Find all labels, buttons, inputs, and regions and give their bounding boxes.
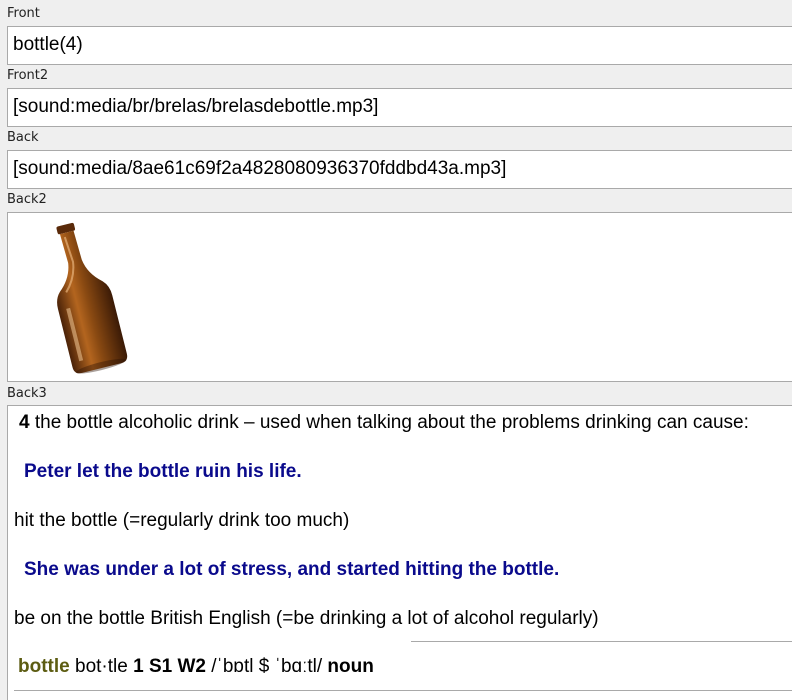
bottle-icon <box>56 222 128 374</box>
example-sentence-2: She was under a lot of stress, and start… <box>24 559 560 580</box>
divider <box>411 641 792 642</box>
headword-line: bottle bot·tle 1 S1 W2 /ˈbɒtl $ ˈbɑːtl/ … <box>18 656 374 678</box>
back-field-label: Back <box>7 130 39 145</box>
syllables: bot·tle <box>69 656 134 677</box>
front2-field-label: Front2 <box>7 68 49 83</box>
phrase-hit-the-bottle: hit the bottle (=regularly drink too muc… <box>14 510 350 531</box>
definition-line: 4 the bottle alcoholic drink – used when… <box>19 412 749 434</box>
back2-field-label: Back2 <box>7 192 47 207</box>
pronunciation: /ˈbɒtl $ ˈbɑːtl/ <box>205 656 328 677</box>
part-of-speech: noun <box>327 656 374 677</box>
frequency-markers: 1 S1 W2 <box>133 656 206 677</box>
headword: bottle <box>18 656 70 677</box>
back3-field[interactable]: 4 the bottle alcoholic drink – used when… <box>7 405 792 700</box>
sense-number: 4 <box>19 412 30 433</box>
back3-field-label: Back3 <box>7 386 47 401</box>
front-field[interactable]: bottle(4) <box>7 26 792 65</box>
front-field-label: Front <box>7 6 40 21</box>
back-field[interactable]: [sound:media/8ae61c69f2a4828080936370fdd… <box>7 150 792 189</box>
definition-text: the bottle alcoholic drink – used when t… <box>29 412 749 433</box>
front2-field[interactable]: [sound:media/br/brelas/brelasdebottle.mp… <box>7 88 792 127</box>
divider-bottom <box>14 690 792 691</box>
back2-field[interactable] <box>7 212 792 382</box>
example-sentence-1: Peter let the bottle ruin his life. <box>24 461 302 482</box>
phrase-be-on-the-bottle: be on the bottle British English (=be dr… <box>14 608 599 629</box>
